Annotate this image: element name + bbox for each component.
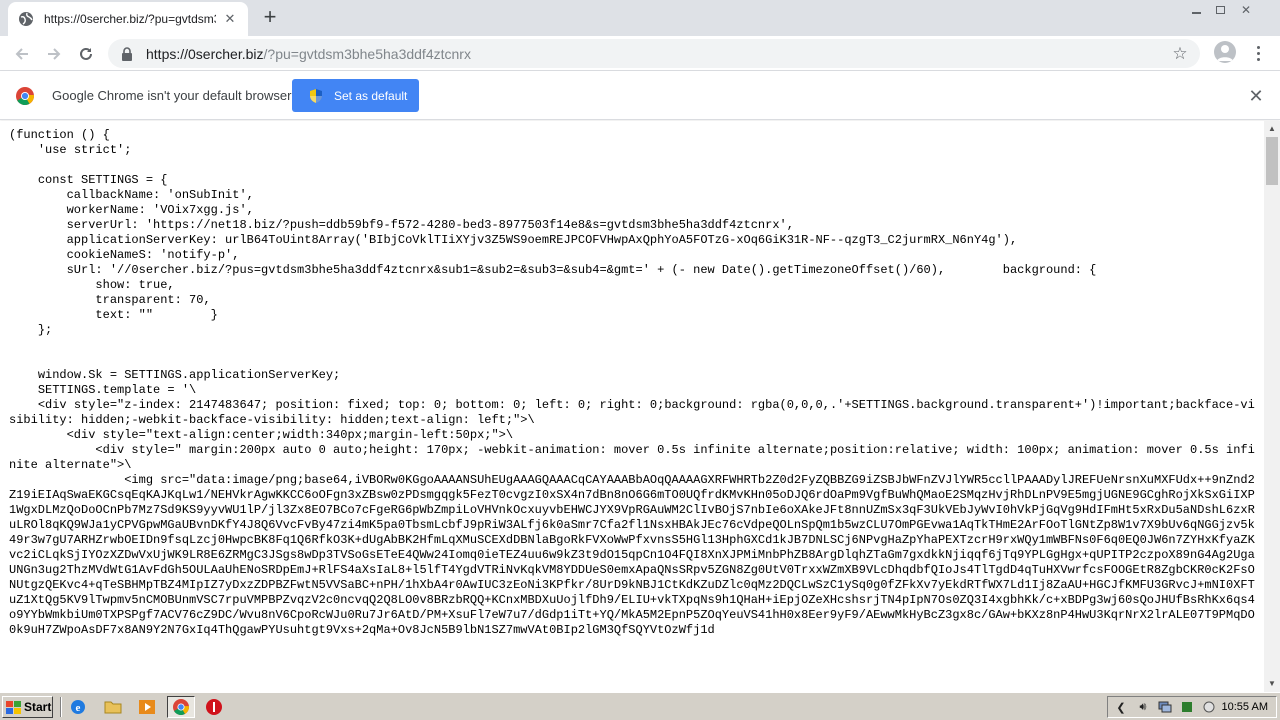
chrome-taskbar-icon (173, 699, 189, 715)
scroll-down-arrow-icon[interactable]: ▼ (1264, 676, 1280, 692)
arrow-icon[interactable]: ❮ (1112, 699, 1130, 715)
browser-toolbar: https://0sercher.biz/?pu=gvtdsm3bhe5ha3d… (0, 36, 1280, 71)
taskbar: Start e ❮ 🔊︎ 10:55 AM (0, 692, 1280, 720)
set-as-default-label: Set as default (334, 88, 408, 103)
security-icon[interactable] (1178, 699, 1196, 715)
bookmark-star-icon[interactable]: ☆ (1170, 44, 1190, 64)
page-source-text: (function () { 'use strict'; const SETTI… (9, 128, 1261, 638)
url-text: https://0sercher.biz/?pu=gvtdsm3bhe5ha3d… (146, 46, 471, 62)
forward-button[interactable] (40, 40, 68, 68)
source-line: callbackName: 'onSubInit', (9, 188, 254, 202)
vertical-scrollbar[interactable]: ▲ ▼ (1264, 121, 1280, 692)
source-line: <div style=" margin:200px auto 0 auto;he… (9, 443, 1255, 472)
clock: 10:55 AM (1221, 701, 1268, 713)
scroll-up-arrow-icon[interactable]: ▲ (1264, 121, 1280, 137)
source-line: window.Sk = SETTINGS.applicationServerKe… (9, 368, 341, 382)
back-button[interactable] (8, 40, 36, 68)
menu-dot (1256, 51, 1260, 55)
source-line (9, 158, 1261, 173)
close-window-button[interactable]: ✕ (1234, 0, 1258, 20)
source-line: }; (9, 323, 53, 337)
infobar-close-icon[interactable]: ✕ (1247, 87, 1265, 105)
forward-arrow-icon (48, 48, 61, 60)
source-line: 'use strict'; (9, 143, 132, 157)
menu-dot (1256, 45, 1260, 49)
stop-icon[interactable] (204, 698, 224, 716)
minimize-icon (1191, 12, 1201, 14)
start-button[interactable]: Start (2, 696, 53, 718)
source-line: (function () { (9, 128, 110, 142)
menu-dot (1256, 57, 1260, 61)
windows-logo-icon (6, 700, 21, 714)
close-window-icon: ✕ (1240, 3, 1252, 17)
url-host: https://0sercher.biz (146, 45, 264, 62)
source-line (9, 353, 1261, 368)
minimize-button[interactable] (1184, 0, 1208, 20)
new-tab-button[interactable]: + (258, 6, 282, 30)
url-path: /?pu=gvtdsm3bhe5ha3ddf4ztcnrx (263, 45, 471, 62)
scrollbar-thumb[interactable] (1266, 137, 1278, 185)
source-line: <div style="text-align:center;width:340p… (9, 428, 514, 442)
source-line: const SETTINGS = { (9, 173, 168, 187)
person-icon (1217, 45, 1233, 61)
source-line: show: true, (9, 278, 175, 292)
close-tab-icon[interactable]: ✕ (222, 11, 238, 27)
internet-explorer-icon[interactable]: e (68, 698, 88, 716)
folder-icon[interactable] (103, 698, 123, 716)
source-line: applicationServerKey: urlB64ToUint8Array… (9, 233, 1018, 247)
volume-icon[interactable]: 🔊︎ (1134, 699, 1152, 715)
address-bar[interactable]: https://0sercher.biz/?pu=gvtdsm3bhe5ha3d… (108, 39, 1200, 68)
tab-title: https://0sercher.biz/?pu=gvtdsm3bh (44, 12, 216, 26)
back-arrow-icon (15, 48, 28, 60)
source-line: text: "" } (9, 308, 218, 322)
media-player-icon[interactable] (137, 698, 157, 716)
system-tray: ❮ 🔊︎ 10:55 AM (1107, 696, 1277, 718)
source-line: sUrl: '//0sercher.biz/?pus=gvtdsm3bhe5ha… (9, 263, 1097, 277)
source-line: <img src="data:image/png;base64,iVBORw0K… (9, 473, 1255, 637)
taskbar-divider (60, 697, 62, 717)
restore-icon (1215, 6, 1225, 14)
source-line: transparent: 70, (9, 293, 211, 307)
page-content: (function () { 'use strict'; const SETTI… (0, 121, 1264, 692)
svg-text:e: e (76, 702, 81, 714)
globe-icon (18, 11, 34, 27)
default-browser-infobar: Google Chrome isn't your default browser… (0, 71, 1280, 120)
start-label: Start (24, 700, 52, 714)
browser-tab[interactable]: https://0sercher.biz/?pu=gvtdsm3bh ✕ (8, 2, 248, 36)
source-line: SETTINGS.template = '\ (9, 383, 197, 397)
infobar-message: Google Chrome isn't your default browser (52, 88, 292, 103)
chrome-logo-icon (16, 87, 34, 105)
source-line: workerName: 'VOix7xgg.js', (9, 203, 254, 217)
reload-button[interactable] (72, 40, 100, 68)
reload-icon (80, 47, 92, 60)
profile-avatar[interactable] (1214, 41, 1236, 63)
source-line (9, 338, 1261, 353)
uac-shield-icon (310, 88, 322, 103)
chrome-menu-button[interactable] (1248, 42, 1268, 64)
source-line: cookieNameS: 'notify-p', (9, 248, 240, 262)
network-icon[interactable] (1156, 699, 1174, 715)
set-as-default-button[interactable]: Set as default (292, 79, 419, 112)
source-line: <div style="z-index: 2147483647; positio… (9, 398, 1255, 427)
tab-strip: https://0sercher.biz/?pu=gvtdsm3bh ✕ + ✕ (0, 0, 1280, 36)
source-line: serverUrl: 'https://net18.biz/?push=ddb5… (9, 218, 794, 232)
lock-icon (120, 46, 134, 61)
restore-button[interactable] (1208, 0, 1232, 20)
chrome-taskbar-button[interactable] (167, 696, 195, 718)
power-icon[interactable] (1200, 699, 1218, 715)
